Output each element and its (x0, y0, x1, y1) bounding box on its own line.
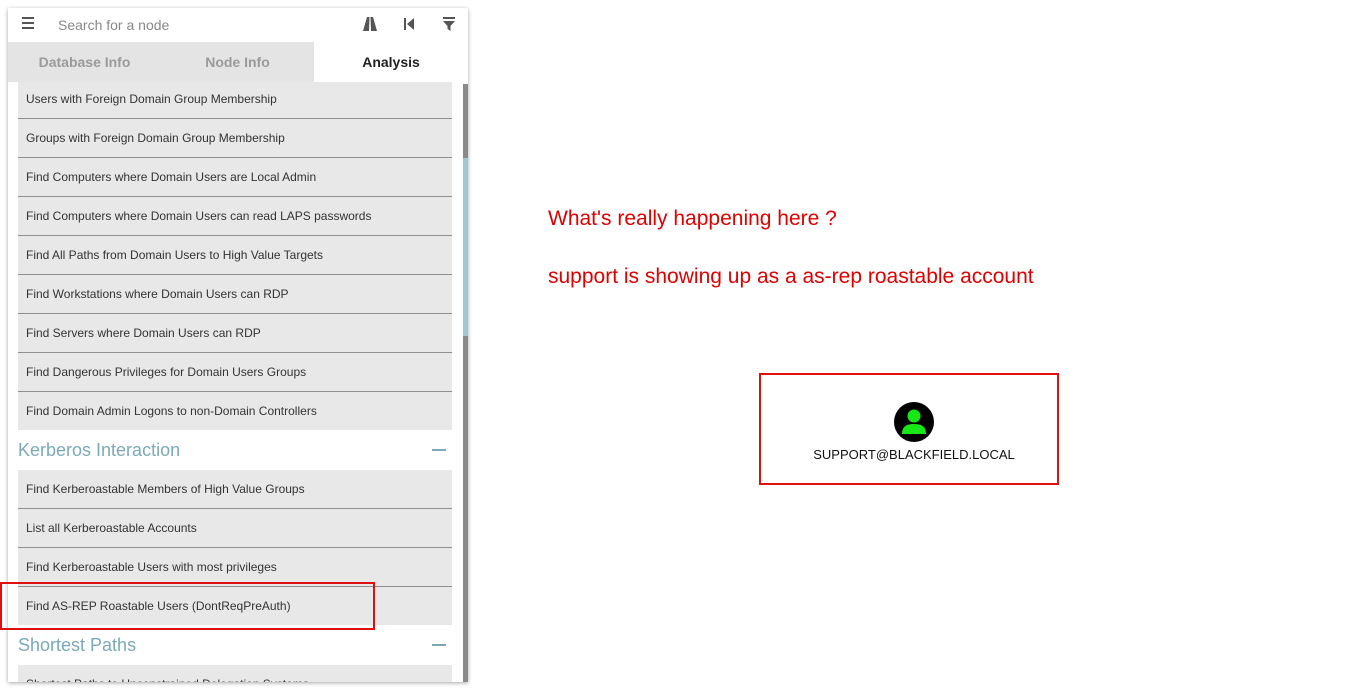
collapse-icon[interactable] (432, 644, 446, 646)
collapse-icon[interactable] (432, 449, 446, 451)
tab-database-info[interactable]: Database Info (8, 42, 161, 82)
search-bar (8, 8, 468, 42)
query-item[interactable]: Find Workstations where Domain Users can… (18, 275, 452, 314)
node-label[interactable]: SUPPORT@BLACKFIELD.LOCAL (759, 447, 1069, 462)
annotation-explanation: support is showing up as a as-rep roasta… (548, 265, 1034, 288)
query-item[interactable]: Find Kerberoastable Members of High Valu… (18, 470, 452, 509)
query-item[interactable]: Find All Paths from Domain Users to High… (18, 236, 452, 275)
annotation-question: What's really happening here ? (548, 207, 837, 230)
tab-node-info[interactable]: Node Info (161, 42, 314, 82)
scrollbar-thumb[interactable] (463, 158, 468, 336)
section-shortest-paths[interactable]: Shortest Paths (18, 625, 452, 665)
query-item[interactable]: Users with Foreign Domain Group Membersh… (18, 82, 452, 119)
query-item[interactable]: Find Servers where Domain Users can RDP (18, 314, 452, 353)
query-item[interactable]: Shortest Paths to Unconstrained Delegati… (18, 665, 452, 682)
query-item[interactable]: Find Dangerous Privileges for Domain Use… (18, 353, 452, 392)
search-input[interactable] (58, 14, 338, 36)
query-highlight-box (0, 582, 375, 630)
hamburger-menu-icon[interactable] (22, 17, 34, 33)
tab-analysis[interactable]: Analysis (314, 42, 468, 82)
sidebar-panel: Database Info Node Info Analysis Users w… (8, 8, 468, 682)
query-item[interactable]: Find Computers where Domain Users are Lo… (18, 158, 452, 197)
query-item[interactable]: Groups with Foreign Domain Group Members… (18, 119, 452, 158)
user-icon[interactable] (894, 402, 934, 442)
section-title: Kerberos Interaction (18, 440, 181, 460)
query-item[interactable]: Find Computers where Domain Users can re… (18, 197, 452, 236)
query-item[interactable]: Find Domain Admin Logons to non-Domain C… (18, 392, 452, 430)
pathfinding-icon[interactable] (362, 16, 378, 32)
tab-bar: Database Info Node Info Analysis (8, 42, 468, 82)
filter-icon[interactable] (441, 16, 457, 32)
section-kerberos-interaction[interactable]: Kerberos Interaction (18, 430, 452, 470)
back-icon[interactable] (401, 16, 417, 32)
query-item[interactable]: List all Kerberoastable Accounts (18, 509, 452, 548)
section-title: Shortest Paths (18, 635, 137, 655)
